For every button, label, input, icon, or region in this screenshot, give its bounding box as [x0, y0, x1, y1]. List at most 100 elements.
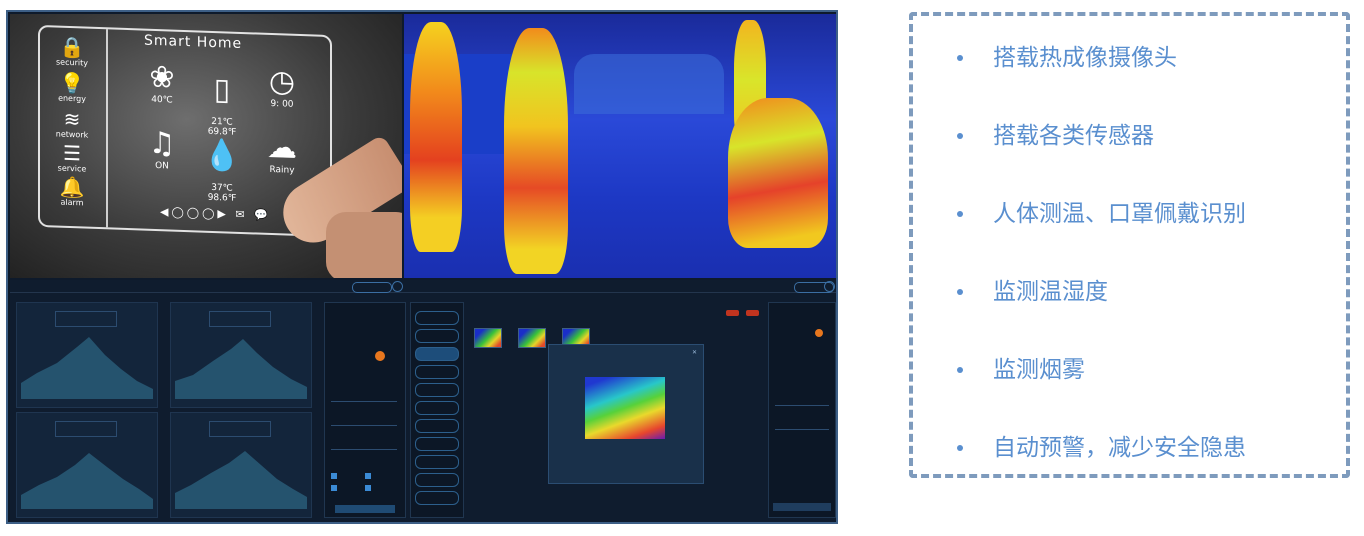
feature-item: 人体测温、口罩佩戴识别 — [949, 196, 1246, 274]
drop-tile[interactable]: 💧 37℃ 98.6℉ — [192, 128, 252, 204]
bell-icon: 🔔 — [59, 174, 85, 200]
feature-list: 搭载热成像摄像头 搭载各类传感器 人体测温、口罩佩戴识别 监测温湿度 监测烟雾 … — [949, 40, 1246, 508]
fan-value: 40℃ — [151, 94, 173, 106]
thermal-car — [574, 54, 724, 114]
feature-item: 监测温湿度 — [949, 274, 1246, 352]
image-preview-dialog: ✕ — [548, 344, 704, 484]
filter-select[interactable] — [331, 415, 397, 426]
clock-icon: ◷ — [268, 63, 296, 100]
security-label: security — [56, 57, 88, 68]
menu-item[interactable] — [415, 383, 459, 397]
selected-date[interactable] — [375, 351, 385, 361]
dashboard-topbar — [10, 280, 836, 293]
menu-item[interactable] — [415, 419, 459, 433]
area-chart-card — [16, 302, 158, 408]
bullet-icon — [957, 211, 963, 217]
thermal-person — [410, 22, 462, 252]
checkbox[interactable] — [331, 485, 337, 491]
checkbox[interactable] — [365, 485, 371, 491]
area-chart-card — [170, 302, 312, 408]
security-item[interactable]: 🔒 security — [42, 35, 102, 68]
feature-text: 自动预警，减少安全隐患 — [993, 435, 1246, 461]
weather-value: Rainy — [269, 164, 295, 176]
thermal-thumbnail[interactable] — [518, 328, 546, 348]
hand-image-base — [326, 212, 402, 278]
bulb-icon: 💡 — [59, 70, 85, 96]
menu-item[interactable] — [415, 365, 459, 379]
filter-select[interactable] — [775, 397, 829, 406]
bullet-icon — [957, 367, 963, 373]
music-icon: ♫ — [148, 125, 176, 162]
menu-item[interactable] — [415, 329, 459, 343]
bullet-icon — [957, 55, 963, 61]
drop-icon: 💧 — [203, 137, 241, 174]
fan-tile[interactable]: ❀ 40℃ — [132, 60, 192, 106]
thermal-person — [504, 28, 568, 274]
bullet-icon — [957, 289, 963, 295]
feature-item: 自动预警，减少安全隐患 — [949, 430, 1246, 508]
alert-button[interactable] — [726, 310, 739, 316]
area-chart — [21, 453, 153, 509]
screenshot-collage: 🔒 security 💡 energy ≋ network ☰ service … — [6, 10, 838, 524]
confirm-button[interactable] — [773, 503, 831, 511]
alert-button[interactable] — [746, 310, 759, 316]
feature-item: 搭载热成像摄像头 — [949, 40, 1246, 118]
filter-select[interactable] — [331, 439, 397, 450]
thermal-camera-image — [404, 14, 836, 278]
filter-select[interactable] — [775, 421, 829, 430]
menu-item[interactable] — [415, 311, 459, 325]
selected-date[interactable] — [815, 329, 823, 337]
thermometer-tile[interactable]: ▯ 21℃ 69.8℉ — [192, 62, 252, 138]
area-series — [21, 337, 153, 399]
music-tile[interactable]: ♫ ON — [132, 126, 192, 172]
area-chart — [175, 339, 307, 399]
network-item[interactable]: ≋ network — [42, 107, 102, 140]
feature-item: 搭载各类传感器 — [949, 118, 1246, 196]
nav-arrows[interactable]: ◀◯◯◯▶ ✉ 💬 — [160, 205, 271, 222]
monitoring-dashboard: ‹ ✕ — [10, 280, 836, 522]
weather-icon: ☁ — [267, 129, 297, 166]
area-series — [21, 453, 153, 509]
thermal-thumbnail[interactable] — [474, 328, 502, 348]
feature-item: 监测烟雾 — [949, 352, 1246, 430]
close-icon[interactable]: ✕ — [692, 349, 697, 356]
menu-item[interactable] — [415, 473, 459, 487]
smart-home-sidebar: 🔒 security 💡 energy ≋ network ☰ service … — [40, 26, 108, 228]
topbar-button[interactable] — [352, 282, 392, 293]
area-series — [175, 339, 307, 399]
preview-image — [585, 377, 665, 439]
topbar-icon[interactable] — [824, 281, 835, 292]
service-label: service — [57, 163, 87, 174]
energy-label: energy — [58, 93, 86, 104]
checkbox[interactable] — [331, 473, 337, 479]
thermometer-icon: ▯ — [213, 72, 231, 108]
area-chart-card — [16, 412, 158, 518]
menu-item[interactable] — [415, 437, 459, 451]
filter-select[interactable] — [331, 391, 397, 402]
side-menu — [410, 302, 464, 518]
area-chart-card — [170, 412, 312, 518]
menu-item[interactable] — [415, 455, 459, 469]
feature-text: 人体测温、口罩佩戴识别 — [993, 201, 1246, 227]
confirm-button[interactable] — [335, 505, 395, 513]
menu-item[interactable] — [415, 347, 459, 361]
feature-text: 搭载热成像摄像头 — [993, 45, 1177, 71]
drop-value: 37℃ 98.6℉ — [207, 182, 237, 204]
fan-icon: ❀ — [149, 59, 175, 96]
bullet-icon — [957, 445, 963, 451]
alarm-item[interactable]: 🔔 alarm — [42, 175, 102, 208]
calendar-filter-panel — [324, 302, 406, 518]
checkbox[interactable] — [365, 473, 371, 479]
topbar-icon[interactable] — [392, 281, 403, 292]
lock-icon: 🔒 — [59, 34, 85, 60]
menu-item[interactable] — [415, 491, 459, 505]
weather-tile[interactable]: ☁ Rainy — [252, 130, 312, 176]
feature-text: 监测烟雾 — [993, 357, 1085, 383]
menu-item[interactable] — [415, 401, 459, 415]
clock-tile[interactable]: ◷ 9: 00 — [252, 64, 312, 110]
network-label: network — [55, 129, 89, 140]
wifi-icon: ≋ — [63, 106, 81, 132]
service-item[interactable]: ☰ service — [42, 141, 102, 174]
clock-value: 9: 00 — [270, 98, 294, 110]
energy-item[interactable]: 💡 energy — [42, 71, 102, 104]
